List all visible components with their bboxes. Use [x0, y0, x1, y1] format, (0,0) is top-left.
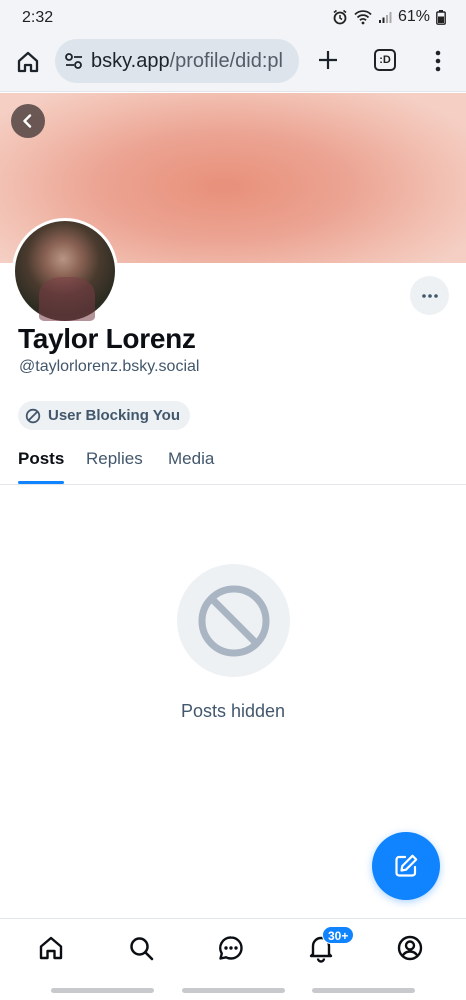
blocking-badge: User Blocking You — [18, 401, 190, 430]
posts-hidden-label: Posts hidden — [180, 701, 286, 721]
compose-button[interactable] — [372, 832, 440, 900]
nav-chat[interactable] — [216, 933, 246, 963]
new-tab-button[interactable] — [316, 48, 340, 72]
wifi-icon — [354, 10, 372, 25]
browser-toolbar: bsky.app/profile/did:pl :D — [0, 36, 466, 92]
browser-menu-button[interactable] — [430, 49, 446, 73]
notification-count-badge: 30+ — [322, 926, 355, 944]
tab-media[interactable]: Media — [168, 449, 214, 469]
address-bar[interactable]: bsky.app/profile/did:pl — [55, 39, 299, 83]
posts-hidden-graphic — [177, 564, 290, 677]
blocking-badge-label: User Blocking You — [48, 407, 180, 424]
avatar-image — [39, 277, 95, 321]
chat-icon — [219, 936, 243, 960]
gesture-bar — [182, 988, 285, 993]
nav-home[interactable] — [36, 933, 66, 963]
avatar[interactable] — [12, 218, 118, 324]
tab-posts[interactable]: Posts — [18, 449, 64, 469]
browser-home-button[interactable] — [14, 48, 42, 76]
active-tab-indicator — [18, 481, 64, 484]
status-time: 2:32 — [22, 9, 54, 26]
home-icon — [39, 936, 63, 960]
url-host: bsky.app — [91, 50, 170, 72]
plus-icon — [319, 51, 337, 69]
more-horizontal-icon — [421, 293, 438, 298]
profile-tabs: Posts Replies Media — [0, 438, 466, 485]
block-icon — [198, 585, 269, 656]
block-icon — [25, 408, 41, 423]
profile-handle: @taylorlorenz.bsky.social — [19, 358, 200, 375]
status-bar: 2:32 61% — [0, 0, 466, 36]
status-icons: 61% — [332, 8, 446, 26]
alarm-icon — [333, 9, 347, 25]
home-icon — [17, 51, 39, 73]
url-text: bsky.app/profile/did:pl — [91, 50, 283, 73]
url-path: /profile/did:pl — [169, 50, 283, 72]
nav-profile[interactable] — [395, 933, 425, 963]
tab-switcher-button[interactable]: :D — [374, 49, 396, 71]
gesture-bar — [312, 988, 415, 993]
site-settings-icon[interactable] — [64, 52, 84, 70]
battery-icon — [436, 9, 446, 25]
compose-icon — [395, 854, 418, 877]
bottom-navigation — [0, 918, 466, 980]
profile-more-button[interactable] — [410, 276, 449, 315]
signal-icon — [378, 12, 392, 23]
profile-icon — [397, 935, 423, 961]
tab-replies[interactable]: Replies — [86, 449, 143, 469]
back-button[interactable] — [11, 104, 45, 138]
display-name: Taylor Lorenz — [18, 323, 196, 354]
gesture-bar — [51, 988, 154, 993]
more-vertical-icon — [435, 50, 441, 72]
battery-percent: 61% — [397, 8, 430, 25]
nav-search[interactable] — [126, 933, 156, 963]
chevron-left-icon — [23, 114, 32, 128]
search-icon — [130, 937, 154, 961]
